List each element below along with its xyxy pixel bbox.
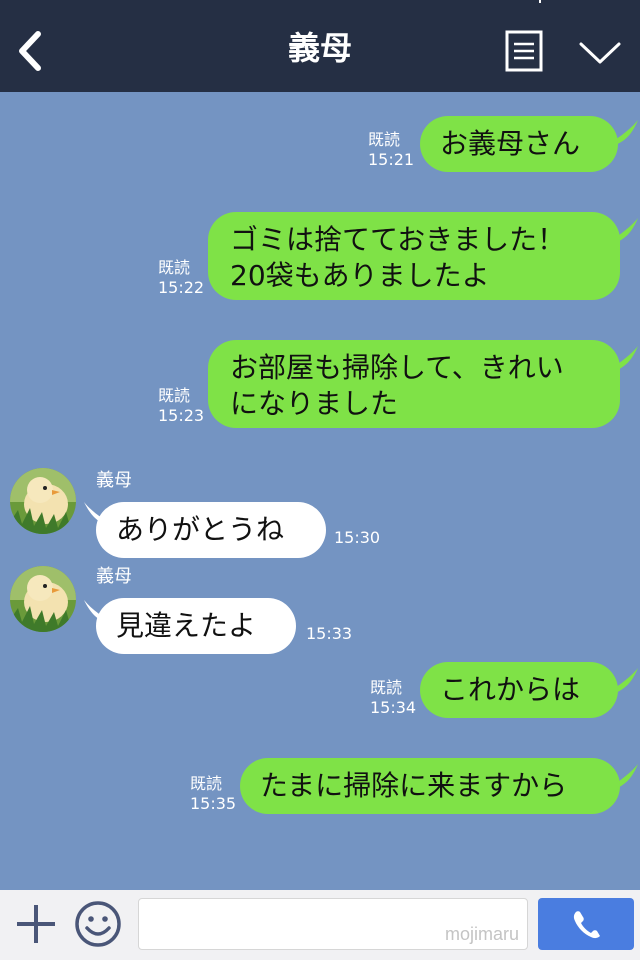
read-receipt: 既読 15:21 [368,130,414,170]
message-time: 15:30 [334,528,381,547]
chat-title: 義母 [287,29,352,67]
read-receipt: 既読 15:34 [370,678,416,718]
message-text: たまに掃除に来ますから [260,769,568,802]
read-receipt: 既読 15:35 [190,774,236,814]
emoji-button[interactable] [74,900,122,948]
chick-avatar-icon [10,566,76,632]
read-receipt: 既読 15:22 [158,258,204,298]
message-time: 15:21 [368,150,415,169]
message-bubble-outgoing[interactable]: お部屋も掃除して、きれい になりました [208,340,620,428]
message-text: お部屋も掃除して、きれい [230,351,564,384]
message-text: お義母さん [440,127,581,160]
message-text: になりました [230,387,399,420]
message-time: 15:22 [158,278,205,297]
chat-header: 義母 [0,0,640,92]
watermark-text: mojimaru [444,924,519,944]
status-indicator [539,0,541,3]
read-receipt: 既読 15:23 [158,386,204,426]
message-time: 15:35 [190,794,237,813]
message-text: 見違えたよ [116,609,257,642]
message-bubble-outgoing[interactable]: これからは [420,662,618,718]
message-time: 15:34 [370,698,417,717]
avatar[interactable] [10,566,76,632]
message-text: これからは [440,673,581,706]
read-label: 既読 [158,258,191,277]
message-bubble-incoming[interactable]: 見違えたよ [96,598,296,654]
chevron-down-icon [579,42,621,64]
message-time: 15:33 [306,624,353,643]
message-bubble-outgoing[interactable]: ゴミは捨てておきました！ 20袋もありましたよ [208,212,620,300]
message-text: ありがとうね [116,513,285,546]
composer-bar: mojimaru [0,890,640,960]
call-button[interactable] [538,898,634,950]
message-time: 15:23 [158,406,205,425]
notes-button[interactable] [505,30,543,72]
avatar[interactable] [10,468,76,534]
phone-icon [573,911,600,939]
message-bubble-outgoing[interactable]: お義母さん [420,116,618,172]
add-attachment-button[interactable] [14,902,58,946]
sender-name: 義母 [96,470,132,491]
message-bubble-incoming[interactable]: ありがとうね [96,502,326,558]
read-label: 既読 [370,678,403,697]
chick-avatar-icon [10,468,76,534]
message-text: 20袋もありましたよ [230,259,490,292]
message-text: ゴミは捨てておきました！ [230,223,566,256]
sender-name: 義母 [96,566,132,587]
smiley-icon [75,901,121,947]
read-label: 既読 [368,130,401,149]
message-input[interactable]: mojimaru [138,898,528,950]
read-label: 既読 [158,386,191,405]
memo-list-icon [505,30,543,72]
read-label: 既読 [190,774,223,793]
message-bubble-outgoing[interactable]: たまに掃除に来ますから [240,758,620,814]
plus-icon [17,905,55,943]
header-dropdown-button[interactable] [576,36,624,68]
